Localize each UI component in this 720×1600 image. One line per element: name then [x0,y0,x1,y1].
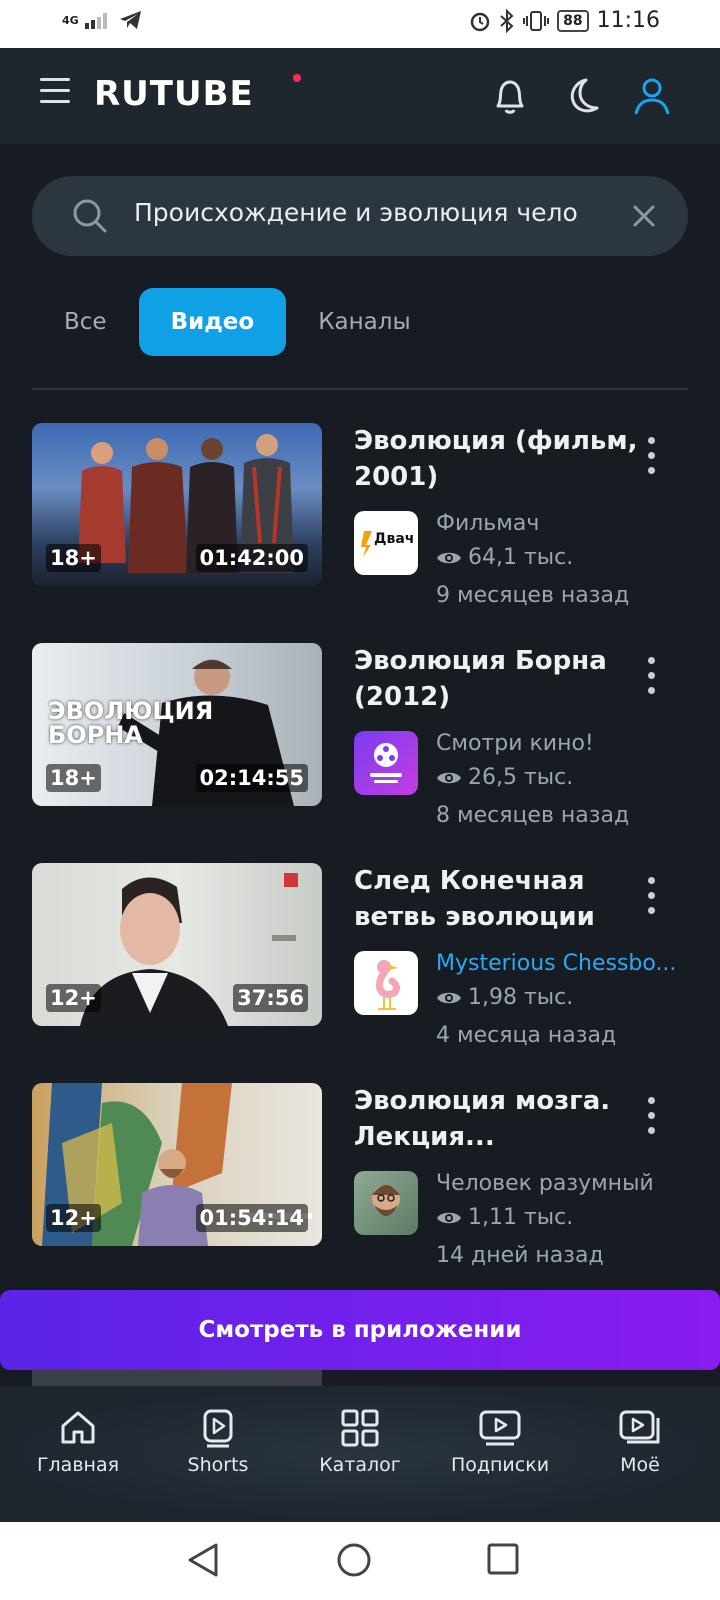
duration-badge: 02:14:55 [195,764,308,792]
clock: 11:16 [596,8,660,33]
shorts-icon [203,1409,233,1448]
video-thumbnail[interactable]: ЭВОЛЮЦИЯ БОРНА 18+ 02:14:55 [32,643,322,806]
channel-avatar[interactable]: Двач [354,511,418,575]
age-rating-badge: 12+ [46,1204,101,1232]
view-count-text: 64,1 тыс. [468,545,574,570]
channel-name[interactable]: Человек разумный [436,1171,686,1196]
video-title[interactable]: Эволюция (фильм, 2001) [354,423,644,495]
thumbnail-title-text: ЭВОЛЮЦИЯ БОРНА [48,697,214,749]
channel-name[interactable]: Смотри кино! [436,731,686,756]
open-in-app-button[interactable]: Смотреть в приложении [0,1290,720,1370]
signal-icon [84,13,107,29]
channel-name[interactable]: Фильмач [436,511,686,536]
my-icon [619,1410,660,1444]
view-count: 26,5 тыс. [436,765,573,790]
eye-icon [437,772,461,783]
view-count-text: 26,5 тыс. [468,765,574,790]
home-button-icon[interactable] [336,1542,372,1578]
nav-home[interactable]: Главная [8,1408,148,1476]
status-bar: 4G 88 11:16 [0,0,720,48]
system-nav-bar [0,1522,720,1600]
eye-icon [437,552,461,563]
network-label: 4G [62,13,79,27]
menu-icon[interactable] [40,78,70,108]
video-thumbnail[interactable]: 18+ 01:42:00 [32,423,322,586]
upload-date: 14 дней назад [436,1243,604,1268]
tab-all[interactable]: Все [32,288,139,356]
age-rating-badge: 12+ [46,984,101,1012]
telegram-icon [119,11,141,29]
channel-avatar[interactable] [354,731,418,795]
nav-my[interactable]: Моё [570,1408,710,1476]
video-card[interactable]: ЭВОЛЮЦИЯ БОРНА 18+ 02:14:55 Эволюция Бор… [32,643,688,843]
catalog-icon [341,1409,379,1447]
more-options-icon[interactable] [648,437,656,482]
nav-catalog-label: Каталог [319,1454,401,1476]
divider [32,388,688,390]
video-thumbnail[interactable]: 12+ 01:54:14 [32,1083,322,1246]
more-options-icon[interactable] [648,877,656,922]
view-count-text: 1,11 тыс. [468,1205,574,1230]
view-count: 1,98 тыс. [436,985,573,1010]
nav-home-label: Главная [36,1454,120,1476]
tab-channels[interactable]: Каналы [286,288,442,356]
age-rating-badge: 18+ [46,764,101,792]
recents-icon[interactable] [486,1542,520,1576]
logo-dot [293,74,301,82]
filter-tabs: Все Видео Каналы [32,288,443,356]
next-thumbnail-peek [32,1370,322,1386]
upload-date: 9 месяцев назад [436,583,630,608]
channel-avatar[interactable] [354,951,418,1015]
duration-badge: 01:42:00 [195,544,308,572]
channel-avatar-label: Двач [374,531,415,547]
back-icon[interactable] [186,1542,220,1578]
moon-icon[interactable] [560,74,604,118]
video-title[interactable]: Эволюция мозга. Лекция... [354,1083,644,1155]
nav-shorts-label: Shorts [187,1454,249,1476]
bluetooth-icon [500,8,514,33]
search-icon[interactable] [70,196,110,240]
vibrate-icon [523,10,550,31]
alarm-icon [470,12,490,31]
more-options-icon[interactable] [648,657,656,702]
subscriptions-icon [479,1410,521,1446]
video-title[interactable]: Эволюция Борна (2012) [354,643,644,715]
home-icon [61,1411,95,1444]
video-card[interactable]: 12+ 01:54:14 Эволюция мозга. Лекция... Ч… [32,1083,688,1283]
close-icon[interactable] [626,198,662,238]
duration-badge: 37:56 [233,984,308,1012]
nav-shorts[interactable]: Shorts [148,1408,288,1476]
rutube-logo[interactable]: RUTUBE [94,74,254,114]
duration-badge: 01:54:14 [195,1204,308,1232]
video-card[interactable]: 12+ 37:56 След Конечная ветвь эволюции M… [32,863,688,1063]
upload-date: 4 месяца назад [436,1023,617,1048]
nav-subscriptions-label: Подписки [450,1454,550,1476]
channel-avatar[interactable] [354,1171,418,1235]
more-options-icon[interactable] [648,1097,656,1142]
search-input[interactable]: Происхождение и эволюция чело [134,198,614,227]
nav-catalog[interactable]: Каталог [290,1408,430,1476]
eye-icon [437,992,461,1003]
search-bar[interactable]: Происхождение и эволюция чело [32,176,688,256]
video-card[interactable]: 18+ 01:42:00 Эволюция (фильм, 2001) Двач… [32,423,688,623]
battery-indicator: 88 [557,9,589,32]
bottom-nav: Главная Shorts Каталог Подписки Моё [0,1386,720,1522]
user-icon[interactable] [630,74,674,118]
view-count-text: 1,98 тыс. [468,985,574,1010]
nav-subscriptions[interactable]: Подписки [430,1408,570,1476]
eye-icon [437,1212,461,1223]
video-thumbnail[interactable]: 12+ 37:56 [32,863,322,1026]
top-bar: RUTUBE [0,48,720,144]
nav-my-label: Моё [620,1454,660,1476]
upload-date: 8 месяцев назад [436,803,630,828]
age-rating-badge: 18+ [46,544,101,572]
view-count: 1,11 тыс. [436,1205,573,1230]
channel-name[interactable]: Mysterious Chessbo... [436,951,686,976]
tab-video[interactable]: Видео [138,288,287,356]
bell-icon[interactable] [490,74,534,118]
view-count: 64,1 тыс. [436,545,573,570]
video-title[interactable]: След Конечная ветвь эволюции [354,863,644,935]
